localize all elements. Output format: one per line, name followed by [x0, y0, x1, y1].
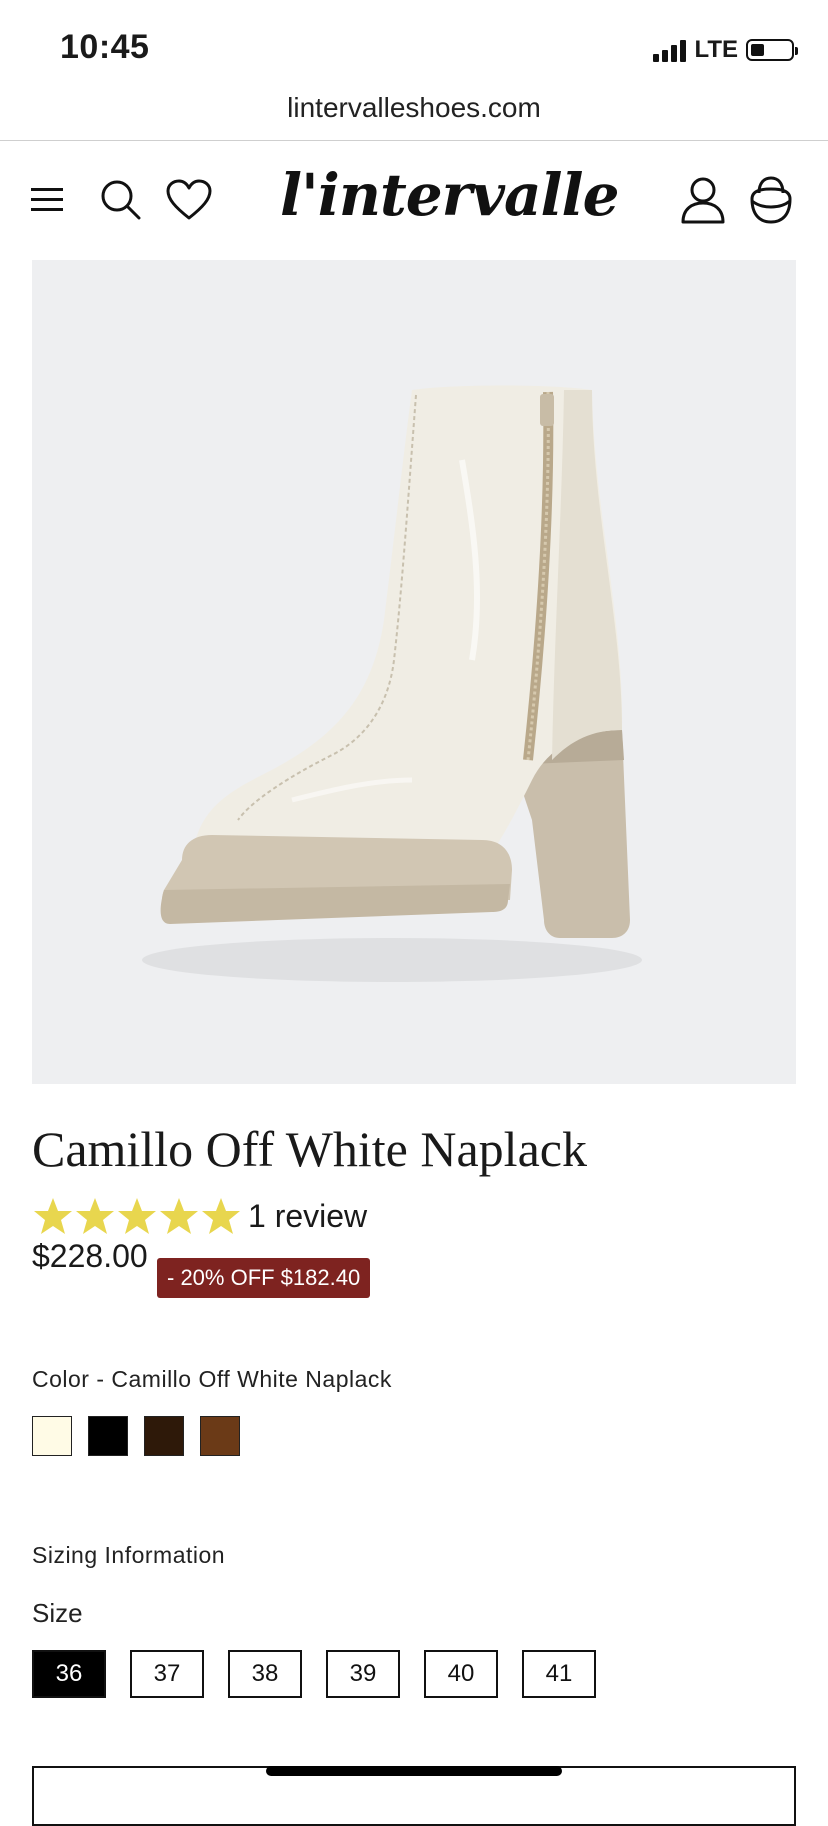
sizing-info-link[interactable]: Sizing Information — [32, 1542, 225, 1569]
color-label: Color - Camillo Off White Naplack — [32, 1366, 392, 1392]
star-icon — [34, 1198, 72, 1234]
menu-icon[interactable] — [22, 175, 72, 225]
size-options: 36 37 38 39 40 41 — [32, 1650, 620, 1698]
size-36-button[interactable]: 36 — [32, 1650, 106, 1698]
cart-icon[interactable] — [746, 175, 796, 225]
boot-illustration — [142, 385, 642, 982]
status-bar: 10:45 LTE — [0, 0, 828, 96]
product-image[interactable] — [32, 260, 796, 1084]
size-38-button[interactable]: 38 — [228, 1650, 302, 1698]
home-indicator — [266, 1766, 562, 1776]
size-label: Size — [32, 1598, 83, 1628]
url-bar[interactable]: lintervalleshoes.com — [0, 92, 828, 140]
price: $228.00 — [32, 1238, 148, 1274]
star-icon — [160, 1198, 198, 1234]
status-time: 10:45 — [60, 28, 150, 66]
review-count[interactable]: 1 review — [248, 1198, 367, 1235]
signal-icon — [653, 38, 687, 62]
star-icon — [118, 1198, 156, 1234]
color-swatches — [32, 1416, 240, 1456]
size-40-button[interactable]: 40 — [424, 1650, 498, 1698]
search-icon[interactable] — [96, 175, 146, 225]
star-icon — [202, 1198, 240, 1234]
swatch-dark-brown[interactable] — [144, 1416, 184, 1456]
heart-icon[interactable] — [164, 175, 214, 225]
rating[interactable]: 1 review — [32, 1196, 367, 1236]
swatch-black[interactable] — [88, 1416, 128, 1456]
account-icon[interactable] — [678, 175, 728, 225]
size-39-button[interactable]: 39 — [326, 1650, 400, 1698]
discount-badge: - 20% OFF $182.40 — [157, 1258, 371, 1298]
status-indicators: LTE — [653, 36, 798, 64]
swatch-brown[interactable] — [200, 1416, 240, 1456]
size-37-button[interactable]: 37 — [130, 1650, 204, 1698]
site-header: l'intervalle — [0, 141, 828, 259]
star-icon — [76, 1198, 114, 1234]
product-title: Camillo Off White Naplack — [32, 1121, 587, 1177]
size-41-button[interactable]: 41 — [522, 1650, 596, 1698]
site-logo[interactable]: l'intervalle — [280, 161, 620, 241]
battery-icon — [746, 39, 798, 61]
swatch-off-white[interactable] — [32, 1416, 72, 1456]
network-type: LTE — [694, 36, 738, 63]
